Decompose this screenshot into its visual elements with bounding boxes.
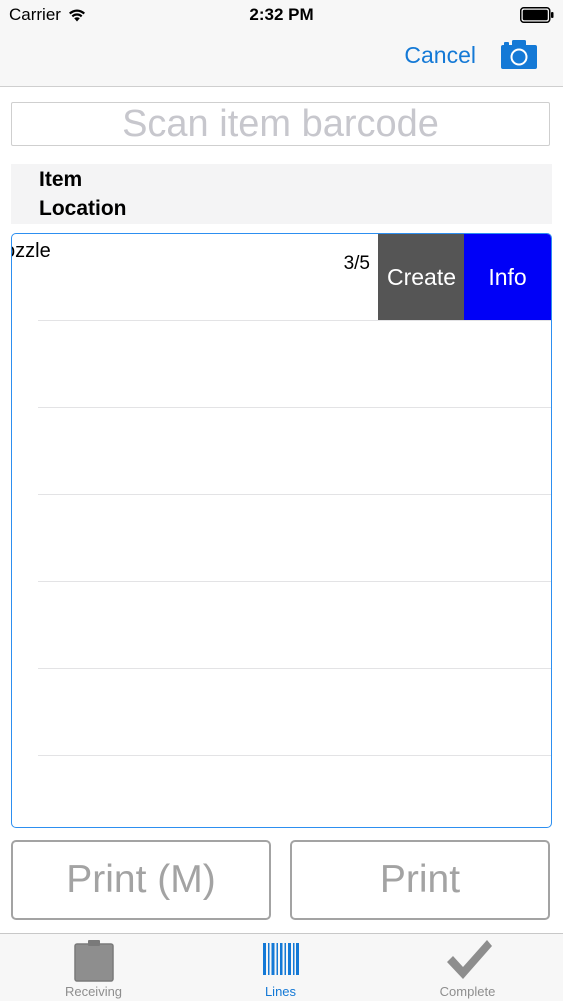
tab-bar: Receiving Lines Complete [0, 933, 563, 1001]
list-item-empty[interactable] [12, 495, 551, 582]
row-separator [38, 755, 551, 756]
battery-icon [520, 7, 554, 23]
status-bar: Carrier 2:32 PM [0, 0, 563, 30]
list-item-empty[interactable] [12, 408, 551, 495]
item-header-label: Item [39, 168, 83, 191]
cancel-button[interactable]: Cancel [404, 42, 476, 69]
status-time: 2:32 PM [249, 5, 314, 24]
print-m-button[interactable]: Print (M) [11, 840, 271, 920]
tab-receiving[interactable]: Receiving [0, 934, 187, 1001]
barcode-icon [263, 943, 299, 975]
tab-label-complete: Complete [439, 984, 496, 999]
row-separator-container [12, 234, 551, 321]
location-header-label: Location [39, 197, 127, 220]
tab-label-receiving: Receiving [64, 984, 123, 999]
tab-lines[interactable]: Lines [187, 934, 374, 1001]
checkmark-icon [447, 940, 492, 979]
print-button[interactable]: Print [290, 840, 550, 920]
list-item-empty[interactable] [12, 669, 551, 756]
list-item-empty[interactable] [12, 582, 551, 669]
camera-button[interactable] [501, 40, 537, 70]
navigation-bar: Cancel [0, 30, 563, 87]
lines-list[interactable]: ozzle 3/5 Create Info [11, 233, 552, 828]
scan-barcode-input[interactable] [11, 102, 550, 146]
item-location-header: Item Location [11, 164, 552, 224]
tab-complete[interactable]: Complete [374, 934, 561, 1001]
tab-label-lines: Lines [264, 984, 297, 999]
clipboard-icon [74, 940, 114, 982]
camera-icon [501, 40, 537, 69]
list-item-empty[interactable] [12, 321, 551, 408]
